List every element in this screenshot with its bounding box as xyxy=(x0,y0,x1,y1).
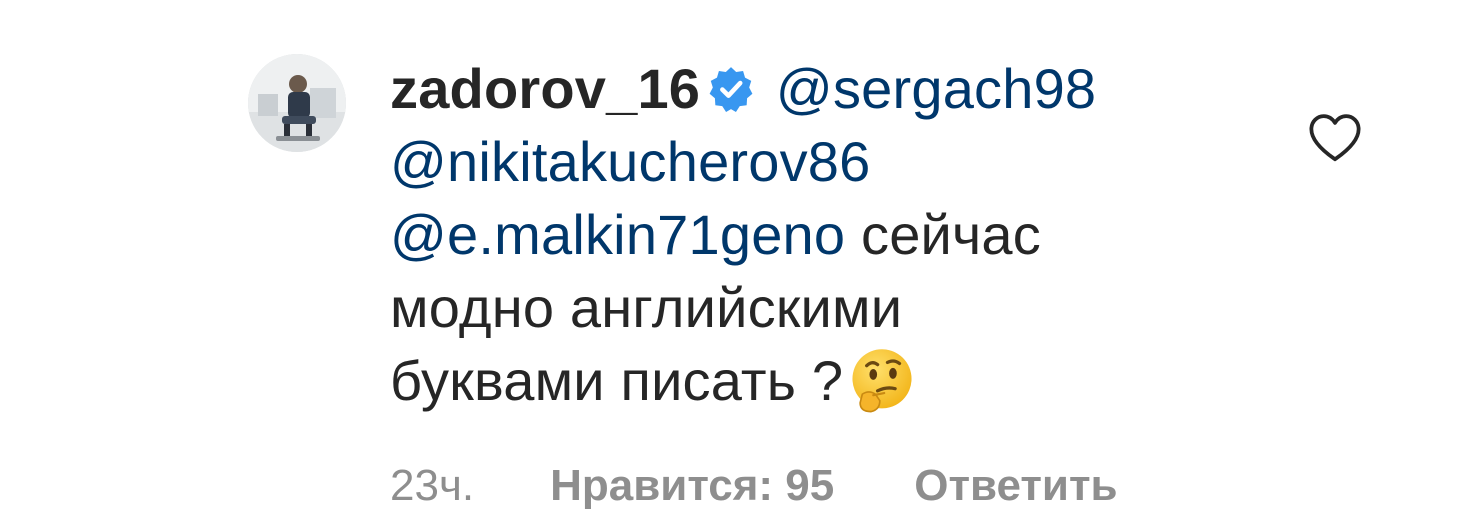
mention-link[interactable]: @nikitakucherov86 xyxy=(390,130,871,193)
likes-count-button[interactable]: Нравится: 95 xyxy=(550,458,834,514)
comment-meta: 23ч. Нравится: 95 Ответить xyxy=(390,458,1118,514)
comment-body-text: сейчас xyxy=(861,203,1041,266)
comment-body-text: модно английскими xyxy=(390,276,903,339)
mention-link[interactable]: @sergach98 xyxy=(776,57,1096,120)
avatar[interactable] xyxy=(248,54,346,152)
reply-button[interactable]: Ответить xyxy=(914,458,1117,514)
comment-timestamp: 23ч. xyxy=(390,461,475,510)
comment-username[interactable]: zadorov_16 xyxy=(390,57,700,120)
thinking-face-emoji xyxy=(852,349,912,413)
comment-body-text: буквами писать ? xyxy=(390,349,844,412)
verified-badge-icon xyxy=(709,67,753,112)
comment-text: zadorov_16 @sergach98 @nikitakucherov86 … xyxy=(390,52,1210,417)
like-heart-icon[interactable] xyxy=(1306,112,1364,164)
comment-item: zadorov_16 @sergach98 @nikitakucherov86 … xyxy=(0,0,1460,522)
avatar-photo xyxy=(248,54,346,152)
mention-link[interactable]: @e.malkin71geno xyxy=(390,203,845,266)
